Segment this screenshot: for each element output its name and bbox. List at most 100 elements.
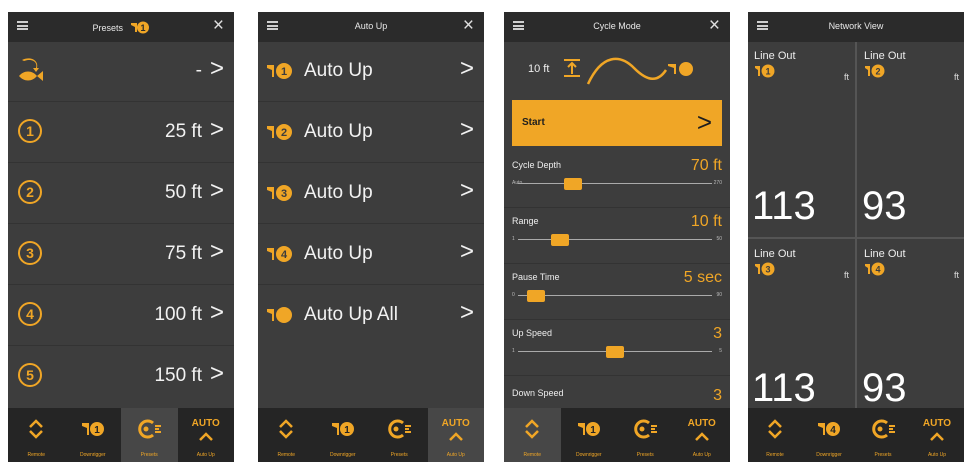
- up-down-arrows-icon: [279, 419, 293, 439]
- auto-up-label: Auto Up: [304, 243, 373, 264]
- downrigger-1-icon: 1: [755, 64, 775, 78]
- top-bar: Auto Up ×: [258, 12, 484, 42]
- auto-up-label: Auto Up: [304, 60, 373, 81]
- menu-icon[interactable]: [17, 21, 28, 30]
- tab-downrigger[interactable]: 1 Downrigger: [65, 408, 122, 462]
- preset-value: 100 ft: [154, 304, 202, 325]
- cycle-depth-label: 10 ft: [528, 63, 550, 75]
- chevron-right-icon: >: [459, 116, 474, 143]
- tab-presets[interactable]: Presets: [121, 408, 178, 462]
- tab-presets[interactable]: Presets: [617, 408, 674, 462]
- start-button[interactable]: Start >: [512, 100, 722, 146]
- tab-auto-up[interactable]: AUTO Auto Up: [178, 408, 235, 462]
- top-bar: Network View: [748, 12, 964, 42]
- preset-row-3[interactable]: 3 75 ft >: [8, 225, 234, 285]
- preset-row-return[interactable]: - >: [8, 42, 234, 102]
- close-icon[interactable]: ×: [709, 16, 720, 36]
- auto-up-row-3[interactable]: 3 Auto Up >: [258, 164, 484, 224]
- menu-icon[interactable]: [267, 21, 278, 30]
- downrigger-2-icon: 2: [865, 64, 885, 78]
- auto-up-row-1[interactable]: 1 Auto Up >: [258, 42, 484, 102]
- cycle-depth-slider[interactable]: [518, 183, 712, 184]
- cycle-graphic: 10 ft: [504, 42, 730, 96]
- svg-text:4: 4: [281, 249, 288, 261]
- up-down-arrows-icon: [768, 419, 782, 439]
- tab-downrigger[interactable]: 1 Downrigger: [315, 408, 372, 462]
- auto-up-row-all[interactable]: Auto Up All >: [258, 286, 484, 346]
- network-cell-1[interactable]: Line Out 1 ft 113: [748, 42, 856, 238]
- presets-gauge-icon: [872, 419, 895, 439]
- tab-remote[interactable]: Remote: [258, 408, 315, 462]
- tab-remote[interactable]: Remote: [504, 408, 561, 462]
- auto-up-icon: AUTO: [674, 418, 731, 447]
- tab-remote[interactable]: Remote: [8, 408, 65, 462]
- downrigger-1-icon: 1: [130, 21, 149, 34]
- slider-thumb[interactable]: [551, 234, 570, 246]
- slider-thumb[interactable]: [563, 178, 582, 190]
- slider-thumb[interactable]: [606, 346, 624, 358]
- tab-remote[interactable]: Remote: [748, 408, 802, 462]
- chevron-right-icon: >: [209, 116, 224, 143]
- downrigger-1-icon: 1: [577, 422, 600, 436]
- preset-row-2[interactable]: 2 50 ft >: [8, 164, 234, 224]
- screen-title: Cycle Mode: [593, 21, 641, 31]
- downrigger-1-icon: 1: [81, 422, 104, 436]
- auto-up-icon: AUTO: [178, 418, 235, 447]
- tab-downrigger[interactable]: 1 Downrigger: [561, 408, 618, 462]
- network-view-screen: Network View Line Out 1 ft 113 Line Out …: [748, 12, 964, 462]
- auto-up-row-2[interactable]: 2 Auto Up >: [258, 103, 484, 163]
- tab-presets[interactable]: Presets: [856, 408, 910, 462]
- chevron-right-icon: >: [459, 177, 474, 204]
- preset-value: -: [195, 60, 202, 81]
- chevron-right-icon: >: [696, 107, 712, 137]
- range-slider[interactable]: [518, 239, 712, 240]
- cycle-mode-screen: Cycle Mode × 10 ft Start > Cycle Depth 7…: [504, 12, 730, 462]
- auto-up-screen: Auto Up × 1 Auto Up > 2 Auto Up > 3 Auto…: [258, 12, 484, 462]
- auto-up-label: Auto Up: [304, 121, 373, 142]
- svg-text:1: 1: [765, 67, 770, 77]
- svg-text:1: 1: [94, 425, 100, 436]
- tab-auto-up[interactable]: AUTO Auto Up: [427, 408, 485, 462]
- preset-value: 50 ft: [165, 182, 202, 203]
- auto-up-icon: AUTO: [910, 418, 964, 447]
- up-down-arrows-icon: [525, 419, 539, 439]
- presets-gauge-icon: [138, 419, 161, 439]
- network-cell-2[interactable]: Line Out 2 ft 93: [858, 42, 964, 238]
- chevron-right-icon: >: [209, 238, 224, 265]
- chevron-right-icon: >: [209, 360, 224, 387]
- chevron-right-icon: >: [459, 238, 474, 265]
- close-icon[interactable]: ×: [463, 16, 474, 36]
- down-speed-setting: Down Speed 3: [512, 387, 722, 404]
- slider-thumb[interactable]: [526, 290, 545, 302]
- svg-text:1: 1: [140, 23, 145, 33]
- tab-bar: Remote 4 Downrigger Presets AUTO Auto Up: [748, 408, 964, 462]
- preset-row-4[interactable]: 4 100 ft >: [8, 286, 234, 346]
- chevron-right-icon: >: [209, 177, 224, 204]
- pause-time-slider[interactable]: [518, 295, 712, 296]
- downrigger-4-icon: 4: [267, 246, 292, 262]
- tab-auto-up[interactable]: AUTO Auto Up: [674, 408, 731, 462]
- preset-number-5-icon: 5: [18, 363, 42, 387]
- svg-text:1: 1: [590, 425, 596, 436]
- tab-downrigger[interactable]: 4 Downrigger: [802, 408, 856, 462]
- downrigger-3-icon: 3: [267, 185, 292, 201]
- menu-icon[interactable]: [513, 21, 524, 30]
- svg-text:3: 3: [765, 265, 770, 275]
- screen-title: Network View: [828, 21, 884, 31]
- preset-number-1-icon: 1: [18, 119, 42, 143]
- range-setting: Range 10 ft 1 50: [504, 208, 730, 264]
- auto-up-row-4[interactable]: 4 Auto Up >: [258, 225, 484, 285]
- pause-time-setting: Pause Time 5 sec 0 90: [504, 264, 730, 320]
- preset-row-5[interactable]: 5 150 ft >: [8, 347, 234, 407]
- close-icon[interactable]: ×: [213, 16, 224, 36]
- network-cell-4[interactable]: Line Out 4 ft 93: [858, 240, 964, 436]
- tab-presets[interactable]: Presets: [371, 408, 428, 462]
- auto-up-icon: AUTO: [428, 418, 485, 447]
- fish-return-icon: [19, 58, 43, 81]
- svg-text:4: 4: [875, 265, 880, 275]
- tab-auto-up[interactable]: AUTO Auto Up: [910, 408, 964, 462]
- svg-text:1: 1: [344, 425, 350, 436]
- preset-row-1[interactable]: 1 25 ft >: [8, 103, 234, 163]
- menu-icon[interactable]: [757, 21, 768, 30]
- network-cell-3[interactable]: Line Out 3 ft 113: [748, 240, 856, 436]
